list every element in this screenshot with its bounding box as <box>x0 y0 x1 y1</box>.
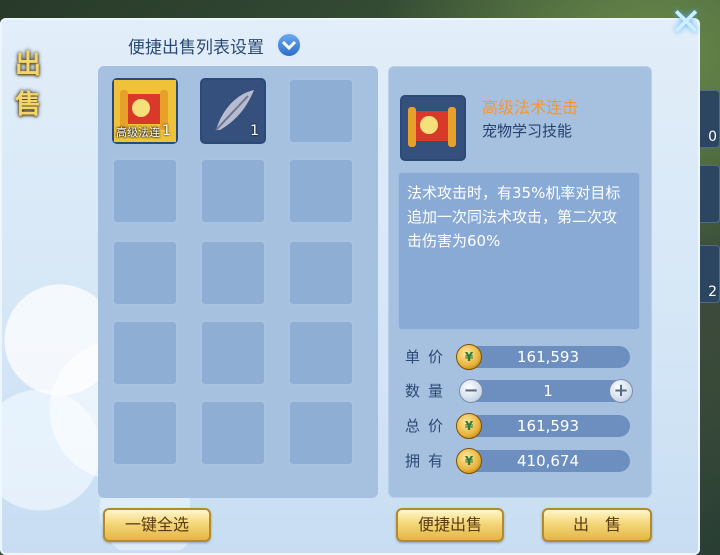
chevron-down-icon[interactable] <box>276 32 302 58</box>
coin-icon: ¥ <box>456 344 482 370</box>
empty-slot[interactable] <box>200 320 266 386</box>
close-icon[interactable]: ✕ <box>666 0 706 44</box>
total-price-label: 总价 <box>405 417 452 435</box>
unit-price-value: 161,593 <box>466 346 630 368</box>
empty-slot[interactable] <box>112 240 178 306</box>
item-type: 宠物学习技能 <box>482 122 573 140</box>
item-name: 高级法术连击 <box>482 98 579 117</box>
sell-side-tab[interactable]: 出 售 <box>0 30 56 140</box>
item-preview <box>400 95 466 161</box>
side-tab-char: 出 <box>14 50 41 80</box>
empty-slot[interactable] <box>112 320 178 386</box>
side-tab-char: 售 <box>14 90 41 120</box>
owned-label: 拥有 <box>405 452 452 470</box>
empty-slot[interactable] <box>288 158 354 224</box>
item-description: 法术攻击时，有35%机率对目标追加一次同法术攻击，第二次攻击伤害为60% <box>398 172 640 330</box>
increase-quantity-button[interactable]: + <box>609 379 633 403</box>
owned-value: 410,674 <box>466 450 630 472</box>
empty-slot[interactable] <box>288 78 354 144</box>
item-slot[interactable]: 高级法连 1 <box>112 78 178 144</box>
item-slot[interactable]: 1 <box>200 78 266 144</box>
select-all-button[interactable]: 一键全选 <box>103 508 211 542</box>
quick-sell-button[interactable]: 便捷出售 <box>396 508 504 542</box>
sell-button[interactable]: 出 售 <box>542 508 652 542</box>
empty-slot[interactable] <box>200 240 266 306</box>
panel-title: 便捷出售列表设置 <box>128 37 264 58</box>
quantity-value[interactable]: 1 <box>466 380 630 402</box>
unit-price-label: 单价 <box>405 348 452 366</box>
scroll-icon <box>408 107 456 147</box>
coin-icon: ¥ <box>456 448 482 474</box>
slot-quantity: 1 <box>162 123 171 139</box>
empty-slot[interactable] <box>200 400 266 466</box>
coin-icon: ¥ <box>456 413 482 439</box>
quantity-label: 数量 <box>405 382 452 400</box>
empty-slot[interactable] <box>288 320 354 386</box>
empty-slot[interactable] <box>288 400 354 466</box>
empty-slot[interactable] <box>200 158 266 224</box>
empty-slot[interactable] <box>112 158 178 224</box>
empty-slot[interactable] <box>288 240 354 306</box>
slot-caption: 高级法连 <box>116 126 160 139</box>
empty-slot[interactable] <box>112 400 178 466</box>
panel-header: 便捷出售列表设置 <box>128 30 302 60</box>
total-price-value: 161,593 <box>466 415 630 437</box>
decrease-quantity-button[interactable]: − <box>459 379 483 403</box>
slot-quantity: 1 <box>250 123 259 139</box>
